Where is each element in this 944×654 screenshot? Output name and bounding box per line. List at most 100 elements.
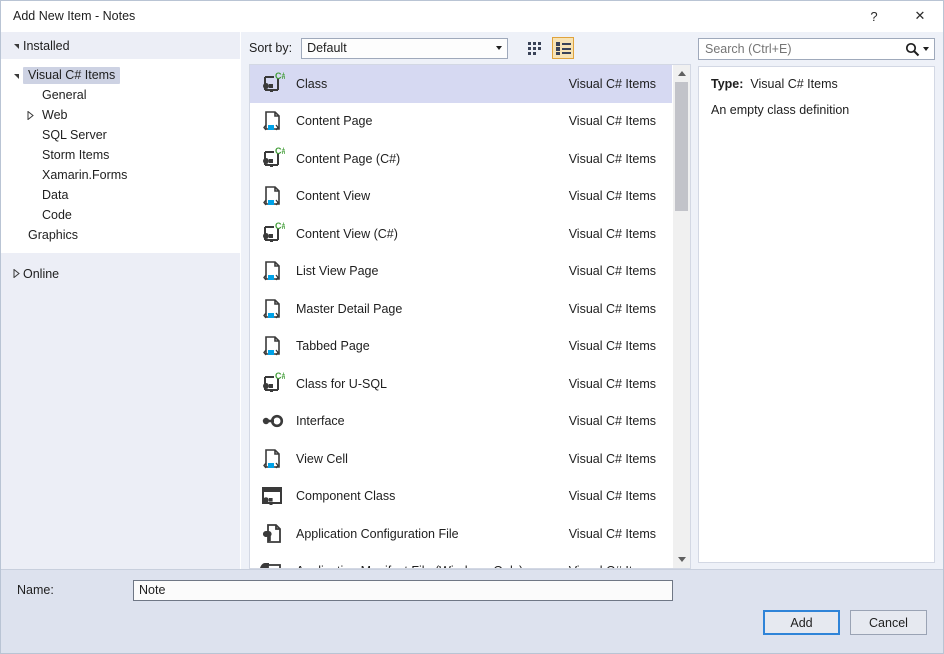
template-row[interactable]: Application Configuration File Visual C#…: [250, 515, 672, 553]
tree-item-general[interactable]: General: [1, 85, 240, 105]
tree-item-sql-server[interactable]: SQL Server: [1, 125, 240, 145]
scroll-up-button[interactable]: [673, 65, 690, 82]
template-name: Content Page (C#): [290, 152, 569, 166]
tree-item-label: Web: [37, 107, 72, 124]
search-input[interactable]: [699, 41, 901, 57]
sort-by-value: Default: [302, 41, 490, 55]
svg-text:C#: C#: [275, 371, 285, 381]
template-origin: Visual C# Items: [569, 339, 666, 353]
chevron-right-glyph: [13, 269, 20, 278]
template-row[interactable]: C# Class for U-SQL Visual C# Items: [250, 365, 672, 403]
template-name: Content Page: [290, 114, 569, 128]
details-description: An empty class definition: [711, 102, 922, 119]
scroll-down-button[interactable]: [673, 551, 690, 568]
search-icon[interactable]: [901, 42, 923, 57]
tree-item-visual-csharp-items[interactable]: Visual C# Items: [1, 65, 240, 85]
scrollbar-thumb[interactable]: [675, 82, 688, 211]
dialog-body: Installed Visual C# Items General Web: [1, 32, 943, 569]
title-bar: Add New Item - Notes ? ✕: [1, 1, 943, 32]
template-name: Application Manifest File (Windows Only): [290, 564, 569, 568]
xaml-page-icon: [254, 296, 290, 322]
tree-item-web[interactable]: Web: [1, 105, 240, 125]
template-row[interactable]: Application Manifest File (Windows Only)…: [250, 553, 672, 569]
cancel-button[interactable]: Cancel: [850, 610, 927, 635]
template-origin: Visual C# Items: [569, 77, 666, 91]
chevron-down-icon: [678, 557, 686, 562]
template-name: Class for U-SQL: [290, 377, 569, 391]
tree-item-label: General: [37, 87, 91, 104]
chevron-down-icon[interactable]: [923, 47, 929, 51]
templates-list[interactable]: C# Class Visual C# Items: [250, 65, 672, 568]
list-view-icon: [556, 42, 571, 55]
template-origin: Visual C# Items: [569, 302, 666, 316]
template-name: Tabbed Page: [290, 339, 569, 353]
installed-subtree: Visual C# Items General Web SQL Server S…: [1, 59, 240, 253]
interface-icon: [254, 408, 290, 434]
template-row[interactable]: Component Class Visual C# Items: [250, 478, 672, 516]
svg-text:C#: C#: [275, 71, 285, 81]
tree-group-installed-label: Installed: [23, 39, 70, 53]
xaml-page-icon: [254, 258, 290, 284]
csharp-class-icon: C#: [254, 221, 290, 247]
name-input[interactable]: [133, 580, 673, 601]
template-row[interactable]: C# Class Visual C# Items: [250, 65, 672, 103]
template-name: Component Class: [290, 489, 569, 503]
chevron-right-icon: [9, 269, 23, 278]
template-origin: Visual C# Items: [569, 564, 666, 568]
templates-scrollbar[interactable]: [672, 65, 690, 568]
template-row[interactable]: List View Page Visual C# Items: [250, 253, 672, 291]
template-row[interactable]: C# Content View (C#) Visual C# Items: [250, 215, 672, 253]
template-name: Interface: [290, 414, 569, 428]
tree-item-xamarin-forms[interactable]: Xamarin.Forms: [1, 165, 240, 185]
template-origin: Visual C# Items: [569, 527, 666, 541]
tree-item-graphics[interactable]: Graphics: [1, 225, 240, 245]
tree-filler: [1, 287, 240, 569]
tree-group-installed[interactable]: Installed: [1, 32, 240, 59]
dialog-footer: Name: Add Cancel: [1, 569, 943, 653]
template-row[interactable]: C# Content Page (C#) Visual C# Items: [250, 140, 672, 178]
sort-by-dropdown[interactable]: Default: [301, 38, 508, 59]
template-row[interactable]: Interface Visual C# Items: [250, 403, 672, 441]
tree-item-storm-items[interactable]: Storm Items: [1, 145, 240, 165]
template-row[interactable]: Content View Visual C# Items: [250, 178, 672, 216]
help-button[interactable]: ?: [851, 1, 897, 31]
template-name: Master Detail Page: [290, 302, 569, 316]
name-label: Name:: [17, 583, 133, 597]
tree-item-code[interactable]: Code: [1, 205, 240, 225]
list-view-button[interactable]: [552, 37, 574, 59]
templates-pane: Sort by: Default: [241, 32, 691, 569]
tree-item-label: Xamarin.Forms: [37, 167, 132, 184]
categories-tree: Installed Visual C# Items General Web: [1, 32, 241, 569]
search-box[interactable]: [698, 38, 935, 60]
tree-item-label: SQL Server: [37, 127, 112, 144]
template-name: List View Page: [290, 264, 569, 278]
tree-item-label: Storm Items: [37, 147, 114, 164]
csharp-class-icon: C#: [254, 71, 290, 97]
xaml-page-icon: [254, 108, 290, 134]
csharp-class-icon: C#: [254, 371, 290, 397]
template-origin: Visual C# Items: [569, 189, 666, 203]
template-name: Content View (C#): [290, 227, 569, 241]
add-button[interactable]: Add: [763, 610, 840, 635]
grid-view-button[interactable]: [524, 37, 546, 59]
tree-item-label: Graphics: [23, 227, 83, 244]
add-new-item-dialog: Add New Item - Notes ? ✕ Installed Visua…: [0, 0, 944, 654]
template-row[interactable]: Content Page Visual C# Items: [250, 103, 672, 141]
footer-buttons: Add Cancel: [1, 610, 943, 653]
scrollbar-track[interactable]: [673, 82, 690, 551]
close-button[interactable]: ✕: [897, 1, 943, 31]
chevron-down-icon[interactable]: [490, 39, 507, 58]
xaml-page-icon: [254, 333, 290, 359]
template-origin: Visual C# Items: [569, 152, 666, 166]
xaml-page-icon: [254, 446, 290, 472]
details-panel: Type: Visual C# Items An empty class def…: [698, 66, 935, 563]
chevron-right-glyph: [27, 111, 34, 120]
template-row[interactable]: Tabbed Page Visual C# Items: [250, 328, 672, 366]
tree-item-data[interactable]: Data: [1, 185, 240, 205]
template-row[interactable]: View Cell Visual C# Items: [250, 440, 672, 478]
tree-item-label: Data: [37, 187, 73, 204]
svg-text:C#: C#: [275, 221, 285, 231]
template-row[interactable]: Master Detail Page Visual C# Items: [250, 290, 672, 328]
xaml-page-icon: [254, 183, 290, 209]
tree-group-online[interactable]: Online: [1, 260, 240, 287]
